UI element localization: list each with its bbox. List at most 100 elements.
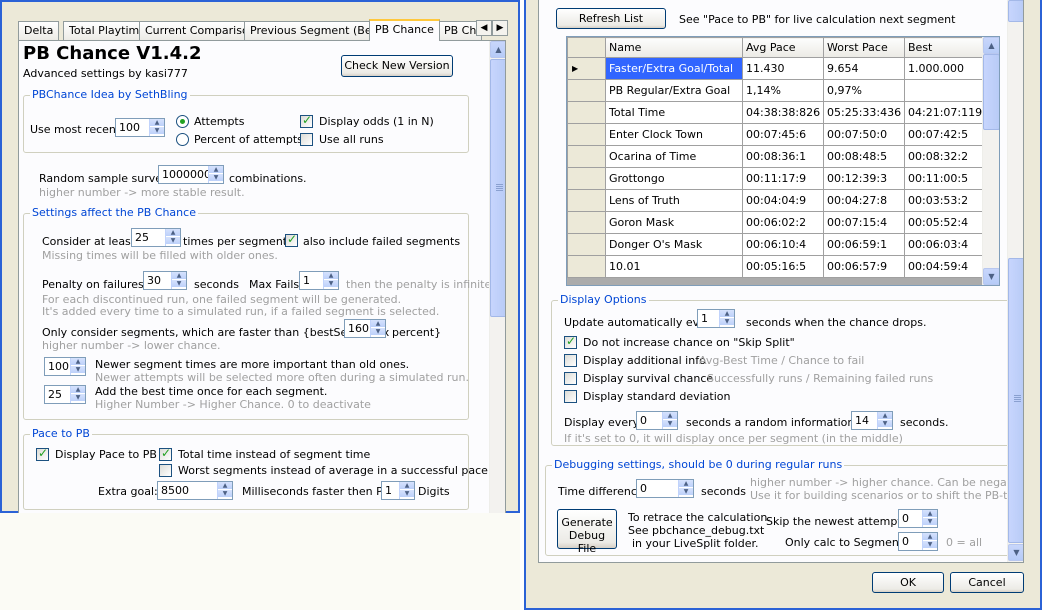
display-every-spinner[interactable]: ▲ ▼ <box>662 412 677 429</box>
newer-weight-input[interactable]: 100 ▲ ▼ <box>44 357 86 376</box>
cell-worst-pace[interactable]: 00:07:15:4 <box>823 211 905 234</box>
use-all-runs-checkbox[interactable] <box>300 133 313 146</box>
worst-segments-checkbox[interactable] <box>159 464 172 477</box>
newer-weight-spinner[interactable]: ▲ ▼ <box>70 358 85 375</box>
cell-name[interactable]: Goron Mask <box>605 211 743 234</box>
cell-worst-pace[interactable]: 00:06:57:9 <box>823 255 905 278</box>
cell-best[interactable] <box>903 79 984 102</box>
add-best-spinner[interactable]: ▲ ▼ <box>70 386 85 403</box>
pace-data-grid[interactable]: Name Avg Pace Worst Pace Best ▶ Faster/Ex… <box>566 36 1000 286</box>
random-info-input[interactable]: 14 ▲ ▼ <box>851 411 893 430</box>
cell-name[interactable]: Total Time <box>605 101 743 124</box>
scroll-thumb[interactable] <box>490 59 505 317</box>
survival-chance-checkbox[interactable] <box>564 372 577 385</box>
row-header[interactable] <box>567 145 606 168</box>
row-header[interactable] <box>567 211 606 234</box>
cell-avg-pace[interactable]: 00:05:16:5 <box>742 255 824 278</box>
table-row[interactable]: Grottongo 00:11:17:9 00:12:39:3 00:11:00:5 <box>567 167 984 190</box>
cell-best[interactable]: 00:06:03:4 <box>903 233 984 256</box>
only-calc-spinner[interactable]: ▲ ▼ <box>922 533 937 550</box>
cell-avg-pace[interactable]: 00:11:17:9 <box>742 167 824 190</box>
cell-best[interactable]: 00:07:42:5 <box>903 123 984 146</box>
cell-name[interactable]: Enter Clock Town <box>605 123 743 146</box>
cell-name[interactable]: Grottongo <box>605 167 743 190</box>
update-every-spinner[interactable]: ▲ ▼ <box>719 310 734 327</box>
row-header[interactable] <box>567 123 606 146</box>
table-row[interactable]: 10.01 00:05:16:5 00:06:57:9 00:04:59:4 <box>567 255 984 278</box>
grid-vertical-scrollbar[interactable]: ▲ ▼ <box>982 37 999 285</box>
cell-avg-pace[interactable]: 00:06:10:4 <box>742 233 824 256</box>
cell-name[interactable]: Donger O's Mask <box>605 233 743 256</box>
consider-spinner[interactable]: ▲ ▼ <box>165 229 180 246</box>
tab-scroll-left-icon[interactable]: ◀ <box>476 20 492 36</box>
cell-best[interactable]: 00:05:52:4 <box>903 211 984 234</box>
extra-goal-spinner[interactable]: ▲ ▼ <box>217 482 232 499</box>
digits-spinner[interactable]: ▲ ▼ <box>399 482 414 499</box>
cell-worst-pace[interactable]: 00:12:39:3 <box>823 167 905 190</box>
row-header[interactable] <box>567 255 606 278</box>
consider-input[interactable]: 25 ▲ ▼ <box>131 228 181 247</box>
column-header-worst-pace[interactable]: Worst Pace <box>823 37 905 58</box>
cell-best[interactable]: 1.000.000 <box>903 57 984 80</box>
grid-scroll-up-icon[interactable]: ▲ <box>983 37 999 54</box>
tab-delta[interactable]: Delta <box>18 21 60 40</box>
right-scroll-down-icon[interactable]: ▼ <box>1008 544 1023 561</box>
skip-newest-spinner[interactable]: ▲ ▼ <box>922 510 937 527</box>
column-header-avg-pace[interactable]: Avg Pace <box>742 37 824 58</box>
max-fails-input[interactable]: 1 ▲ ▼ <box>299 271 339 290</box>
extra-goal-input[interactable]: 8500 ▲ ▼ <box>157 481 233 500</box>
grid-scroll-thumb[interactable] <box>983 54 999 130</box>
grid-scroll-down-icon[interactable]: ▼ <box>983 268 999 285</box>
cell-name[interactable]: Ocarina of Time <box>605 145 743 168</box>
left-vertical-scrollbar[interactable]: ▲ <box>489 41 505 514</box>
table-row[interactable]: Donger O's Mask 00:06:10:4 00:06:59:1 00:06… <box>567 233 984 256</box>
skip-split-checkbox[interactable] <box>564 334 577 349</box>
max-fails-spinner[interactable]: ▲ ▼ <box>323 272 338 289</box>
time-difference-input[interactable]: 0 ▲ ▼ <box>636 479 694 498</box>
row-header[interactable] <box>567 167 606 190</box>
cell-best[interactable]: 04:21:07:119 <box>903 101 984 124</box>
cell-avg-pace[interactable]: 11.430 <box>742 57 824 80</box>
right-scroll-thumb[interactable] <box>1008 258 1023 543</box>
attempts-radio[interactable] <box>176 115 189 128</box>
cell-avg-pace[interactable]: 04:38:38:826 <box>742 101 824 124</box>
cell-worst-pace[interactable]: 00:06:59:1 <box>823 233 905 256</box>
update-every-input[interactable]: 1 ▲ ▼ <box>697 309 735 328</box>
cell-avg-pace[interactable]: 00:07:45:6 <box>742 123 824 146</box>
random-sample-spinner[interactable]: ▲ ▼ <box>208 166 223 183</box>
cell-avg-pace[interactable]: 00:08:36:1 <box>742 145 824 168</box>
tab-scroll-right-icon[interactable]: ▶ <box>492 20 508 36</box>
standard-deviation-checkbox[interactable] <box>564 390 577 403</box>
ok-button[interactable]: OK <box>872 572 944 593</box>
table-row[interactable]: Goron Mask 00:06:02:2 00:07:15:4 00:05:52:4 <box>567 211 984 234</box>
add-best-input[interactable]: 25 ▲ ▼ <box>44 385 86 404</box>
check-new-version-button[interactable]: Check New Version <box>341 55 453 77</box>
cell-name[interactable]: 10.01 <box>605 255 743 278</box>
scroll-up-icon[interactable]: ▲ <box>490 41 505 58</box>
tab-pb-chance[interactable]: PB Chance <box>369 19 440 41</box>
cancel-button[interactable]: Cancel <box>950 572 1024 593</box>
cell-best[interactable]: 00:11:00:5 <box>903 167 984 190</box>
table-row[interactable]: ▶ Faster/Extra Goal/Total 11.430 9.654 1.000… <box>567 57 984 80</box>
cell-worst-pace[interactable]: 00:04:27:8 <box>823 189 905 212</box>
percent-of-attempts-radio[interactable] <box>176 133 189 146</box>
row-header[interactable] <box>567 233 606 256</box>
generate-debug-file-button[interactable]: Generate Debug File <box>557 509 617 555</box>
cell-best[interactable]: 00:03:53:2 <box>903 189 984 212</box>
table-row[interactable]: Ocarina of Time 00:08:36:1 00:08:48:5 00:08… <box>567 145 984 168</box>
faster-than-input[interactable]: 160 ▲ ▼ <box>344 319 386 338</box>
use-most-recent-input[interactable]: 100 ▲ ▼ <box>115 118 165 137</box>
cell-worst-pace[interactable]: 0,97% <box>823 79 905 102</box>
cell-name[interactable]: PB Regular/Extra Goal <box>605 79 743 102</box>
row-header[interactable] <box>567 189 606 212</box>
table-row[interactable]: Lens of Truth 00:04:04:9 00:04:27:8 00:03:5… <box>567 189 984 212</box>
column-header-best[interactable]: Best <box>903 37 984 58</box>
skip-newest-input[interactable]: 0 ▲ ▼ <box>898 509 938 528</box>
display-pace-checkbox[interactable] <box>36 446 49 461</box>
digits-input[interactable]: 1 ▲ ▼ <box>381 481 415 500</box>
random-sample-input[interactable]: 1000000 ▲ ▼ <box>158 165 224 184</box>
display-odds-checkbox[interactable] <box>300 113 313 128</box>
cell-worst-pace[interactable]: 9.654 <box>823 57 905 80</box>
total-time-checkbox[interactable] <box>159 446 172 461</box>
cell-worst-pace[interactable]: 05:25:33:436 <box>823 101 905 124</box>
